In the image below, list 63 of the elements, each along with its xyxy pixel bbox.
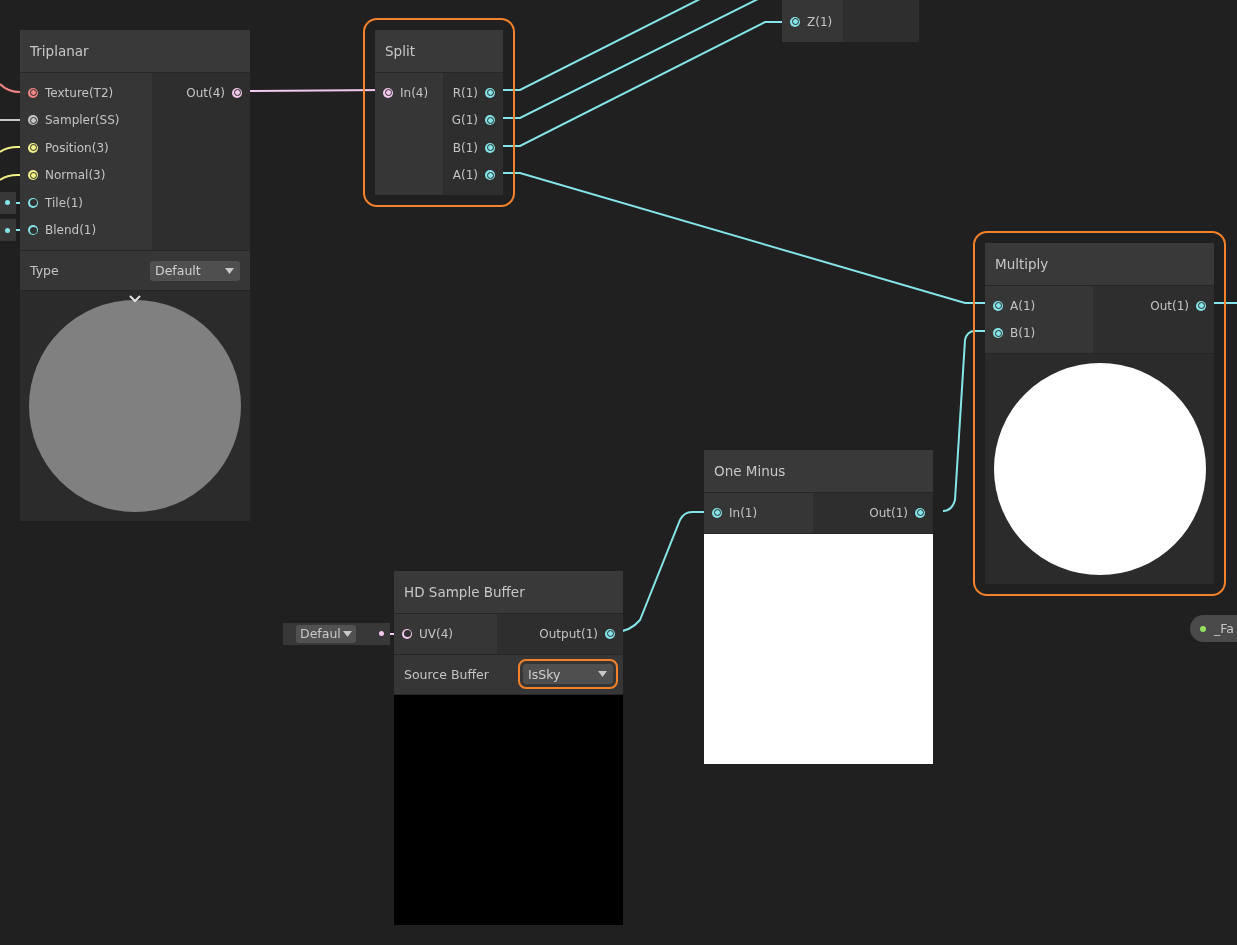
port-label: Z(1) <box>807 14 833 29</box>
node-title: One Minus <box>704 450 933 493</box>
node-title: Triplanar <box>20 30 250 73</box>
port-label: R(1) <box>452 85 478 100</box>
caret-icon <box>598 671 607 677</box>
port-label: B(1) <box>452 140 478 155</box>
output-port[interactable] <box>485 115 495 126</box>
caret-icon <box>342 630 352 637</box>
port-label: In(4) <box>400 85 429 100</box>
output-port[interactable] <box>232 87 242 98</box>
port-label: In(1) <box>729 505 758 520</box>
output-port[interactable] <box>485 142 495 153</box>
input-port[interactable] <box>28 197 38 208</box>
port-dot-icon <box>5 200 10 206</box>
input-port[interactable] <box>28 115 38 126</box>
input-port[interactable] <box>993 328 1003 339</box>
output-port[interactable] <box>485 170 495 181</box>
setting-label: Type <box>30 263 59 278</box>
port-label: Output(1) <box>539 626 598 641</box>
output-port[interactable] <box>915 507 925 518</box>
caret-icon <box>225 267 234 274</box>
node-card[interactable]: HD Sample Buffer UV(4) Output(1) Source Buffer IsSky <box>394 571 623 925</box>
port-label: Out(1) <box>869 505 908 520</box>
port-label: A(1) <box>452 168 478 183</box>
node-card[interactable]: One Minus In(1) Out(1) <box>704 450 933 764</box>
input-port[interactable] <box>383 87 393 98</box>
output-port[interactable] <box>485 87 495 98</box>
port-label: A(1) <box>1010 298 1036 313</box>
port-label: Sampler(SS) <box>45 113 120 128</box>
inline-value-field[interactable]: Defaul <box>283 622 390 645</box>
node-card[interactable]: Split In(4) R(1) G(1) B(1) A(1) <box>375 30 503 195</box>
node-title: Multiply <box>985 243 1214 286</box>
input-port[interactable] <box>28 87 38 98</box>
input-port[interactable] <box>712 507 722 518</box>
dropdown[interactable]: IsSky <box>523 664 613 684</box>
input-port[interactable] <box>28 170 38 181</box>
setting-label: Source Buffer <box>404 666 489 682</box>
port-label: Tile(1) <box>45 195 83 210</box>
input-port[interactable] <box>790 16 800 27</box>
port-label: Normal(3) <box>45 168 106 183</box>
output-port[interactable] <box>1196 300 1206 311</box>
port-label: Texture(T2) <box>45 85 114 100</box>
input-port[interactable] <box>28 225 38 236</box>
input-port[interactable] <box>402 628 412 639</box>
node-title: HD Sample Buffer <box>394 571 623 614</box>
port-label: G(1) <box>451 113 478 128</box>
node-title: Split <box>375 30 503 73</box>
value-dropdown[interactable]: Defaul <box>296 624 356 643</box>
port-dot-icon <box>5 227 10 233</box>
port-label: B(1) <box>1010 326 1036 341</box>
port-label: Blend(1) <box>45 223 97 238</box>
property-label: _Fa <box>1214 621 1234 636</box>
port-label: Out(4) <box>186 85 225 100</box>
port-dot-icon <box>379 631 384 637</box>
input-port[interactable] <box>993 300 1003 311</box>
port-label: UV(4) <box>419 626 453 641</box>
chevron-icon[interactable] <box>129 295 141 303</box>
output-port[interactable] <box>605 628 615 639</box>
input-port[interactable] <box>28 142 38 153</box>
property-pill[interactable]: _Fa <box>1190 615 1237 642</box>
dropdown[interactable]: Default <box>150 260 240 281</box>
port-label: Position(3) <box>45 140 109 155</box>
port-label: Out(1) <box>1150 298 1189 313</box>
